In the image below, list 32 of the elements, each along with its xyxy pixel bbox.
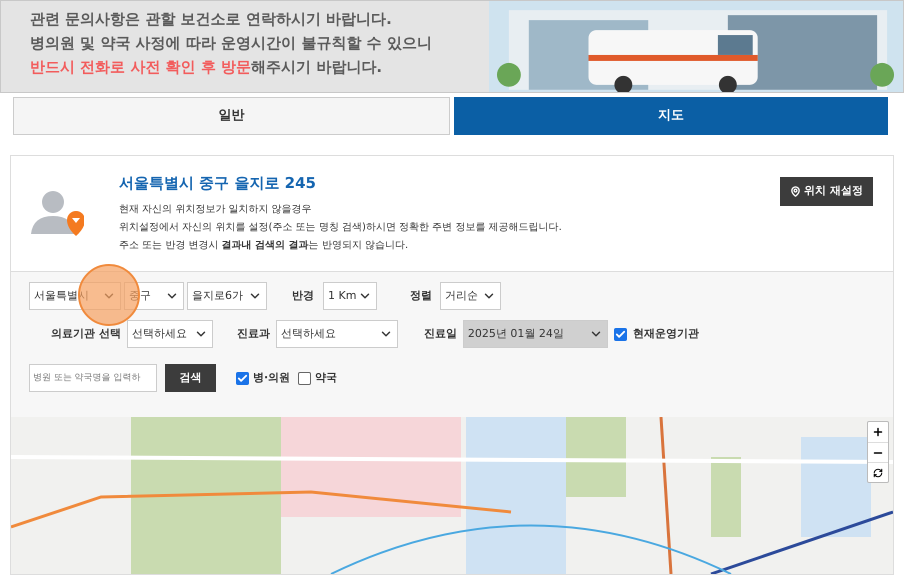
checkbox[interactable]: [614, 328, 627, 340]
checkbox-label: 약국: [315, 370, 338, 386]
radius-label: 반경: [292, 288, 314, 304]
refresh-icon: [873, 468, 883, 478]
sort-label: 정렬: [410, 288, 432, 304]
tab[interactable]: 일반: [13, 97, 450, 135]
address-text: 서울특별시 중구 을지로 245: [119, 173, 317, 194]
checkbox[interactable]: [236, 372, 249, 384]
department-label: 진료과: [236, 326, 270, 342]
department-select[interactable]: 선택하세요: [276, 320, 398, 348]
checkbox[interactable]: [298, 372, 312, 384]
sort-select[interactable]: 거리순: [440, 282, 501, 310]
reset-location-button[interactable]: 위치 재설정: [780, 177, 873, 206]
institution-label: 의료기관 선택: [51, 326, 121, 342]
info-text: 주소 또는 반경 변경시 결과내 검색의 결과는 반영되지 않습니다.: [119, 238, 410, 253]
plus-icon: [872, 426, 884, 438]
tab[interactable]: 지도: [454, 97, 888, 135]
radius-select[interactable]: 1 Km: [323, 282, 377, 310]
notice-text: 반드시 전화로 사전 확인 후 방문해주시기 바랍니다.: [30, 57, 384, 78]
pin-icon: [790, 186, 802, 197]
notice-text: 병의원 및 약국 사정에 따라 운영시간이 불규칙할 수 있으니: [30, 33, 433, 54]
dong-select[interactable]: 을지로6가: [187, 282, 267, 310]
notice-text: 관련 문의사항은 관할 보건소로 연락하시기 바랍니다.: [30, 9, 393, 30]
date-select[interactable]: 2025년 01월 24일: [462, 320, 608, 348]
search-field[interactable]: 병원 또는 약국명을 입력하: [29, 364, 157, 392]
date-label: 진료일: [424, 326, 457, 342]
info-text: 위치설정에서 자신의 위치를 설정(주소 또는 명칭 검색)하시면 정확한 주변 정보를 제공해드립니다.: [119, 220, 563, 235]
info-text: 현재 자신의 위치정보가 일치하지 않을경우: [119, 202, 313, 217]
institution-select[interactable]: 선택하세요: [126, 320, 213, 348]
checkbox-label: 병·의원: [253, 370, 290, 386]
checkbox-label: 현재운영기관: [632, 326, 699, 342]
search-button[interactable]: 검색: [165, 364, 216, 392]
